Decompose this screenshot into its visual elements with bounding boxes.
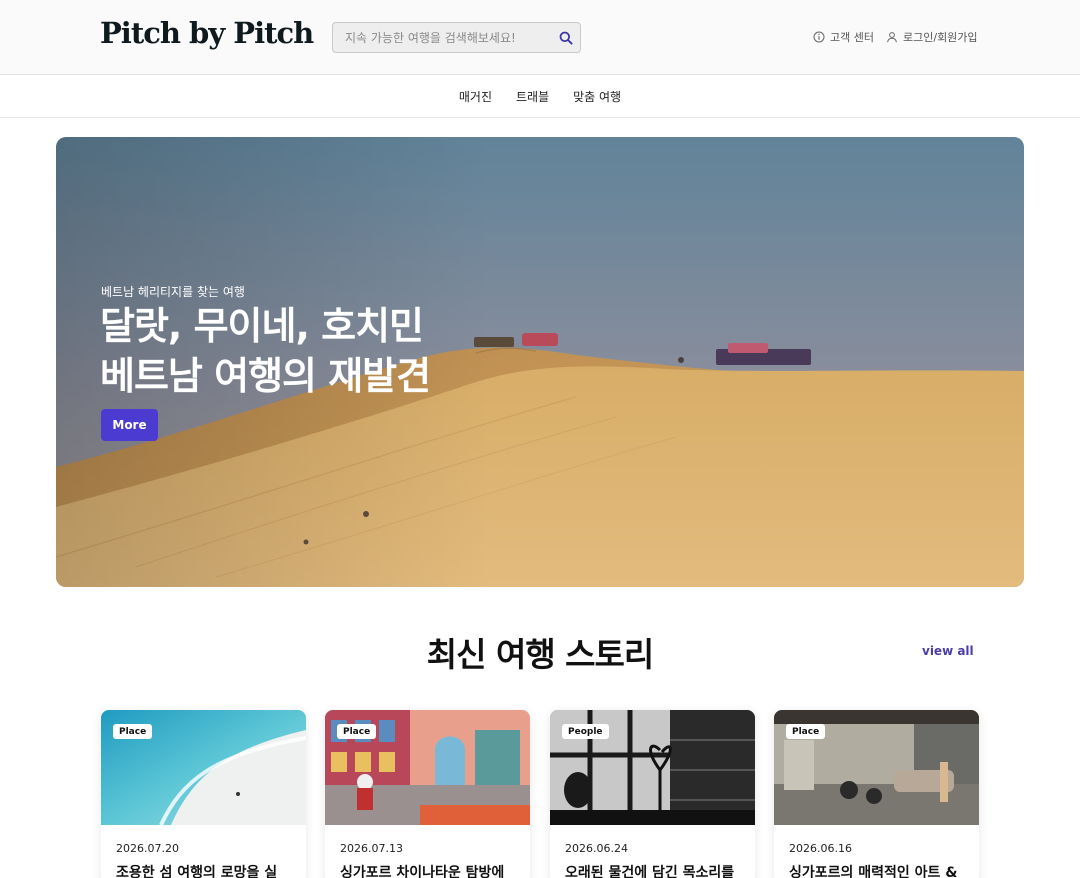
category-badge: People <box>562 724 609 739</box>
nav-item-travel[interactable]: 트래블 <box>516 88 549 105</box>
nav-item-custom-trip[interactable]: 맞춤 여행 <box>573 88 621 105</box>
story-card[interactable]: Place 2026.07.13 싱가포르 차이나타운 탐방에 <box>325 710 530 878</box>
card-date: 2026.06.16 <box>789 842 852 855</box>
card-title: 싱가포르의 매력적인 아트 & <box>789 865 958 878</box>
search-bar <box>332 22 581 53</box>
customer-center-link[interactable]: 고객 센터 <box>813 29 874 45</box>
site-header: Pitch by Pitch 고객 센터 로그인/회원가입 <box>0 0 1080 75</box>
hero-subtitle: 베트남 헤리티지를 찾는 여행 <box>101 285 245 299</box>
card-date: 2026.07.20 <box>116 842 179 855</box>
story-card[interactable]: Place 2026.06.16 싱가포르의 매력적인 아트 & <box>774 710 979 878</box>
hero-more-button[interactable]: More <box>101 409 158 441</box>
story-card[interactable]: People 2026.06.24 오래된 물건에 담긴 목소리를 <box>550 710 755 878</box>
main-nav: 매거진 트래블 맞춤 여행 <box>0 75 1080 118</box>
login-label: 로그인/회원가입 <box>903 31 978 44</box>
login-link[interactable]: 로그인/회원가입 <box>886 29 978 45</box>
category-badge: Place <box>786 724 826 739</box>
search-input[interactable] <box>333 23 552 52</box>
site-logo[interactable]: Pitch by Pitch <box>100 16 314 50</box>
story-card[interactable]: Place 2026.07.20 조용한 섬 여행의 로망을 실 <box>101 710 306 878</box>
card-title: 오래된 물건에 담긴 목소리를 <box>565 865 735 878</box>
customer-center-label: 고객 센터 <box>830 31 874 44</box>
section-title: 최신 여행 스토리 <box>426 635 655 674</box>
category-badge: Place <box>337 724 377 739</box>
hero-title-line-1: 달랏, 무이네, 호치민 <box>100 304 424 348</box>
info-icon <box>813 31 825 43</box>
user-icon <box>887 32 897 43</box>
card-title: 싱가포르 차이나타운 탐방에 <box>340 865 505 878</box>
card-date: 2026.06.24 <box>565 842 628 855</box>
search-button[interactable] <box>552 23 580 52</box>
hero-title-line-2: 베트남 여행의 재발견 <box>100 354 431 398</box>
category-badge: Place <box>113 724 153 739</box>
card-date: 2026.07.13 <box>340 842 403 855</box>
card-title: 조용한 섬 여행의 로망을 실 <box>116 865 278 878</box>
hero-banner: 베트남 헤리티지를 찾는 여행 달랏, 무이네, 호치민 베트남 여행의 재발견… <box>56 137 1024 587</box>
view-all-link[interactable]: view all <box>922 644 974 658</box>
nav-item-magazine[interactable]: 매거진 <box>459 88 492 105</box>
hero-title: 달랏, 무이네, 호치민 베트남 여행의 재발견 <box>100 301 431 401</box>
search-icon <box>559 31 573 45</box>
